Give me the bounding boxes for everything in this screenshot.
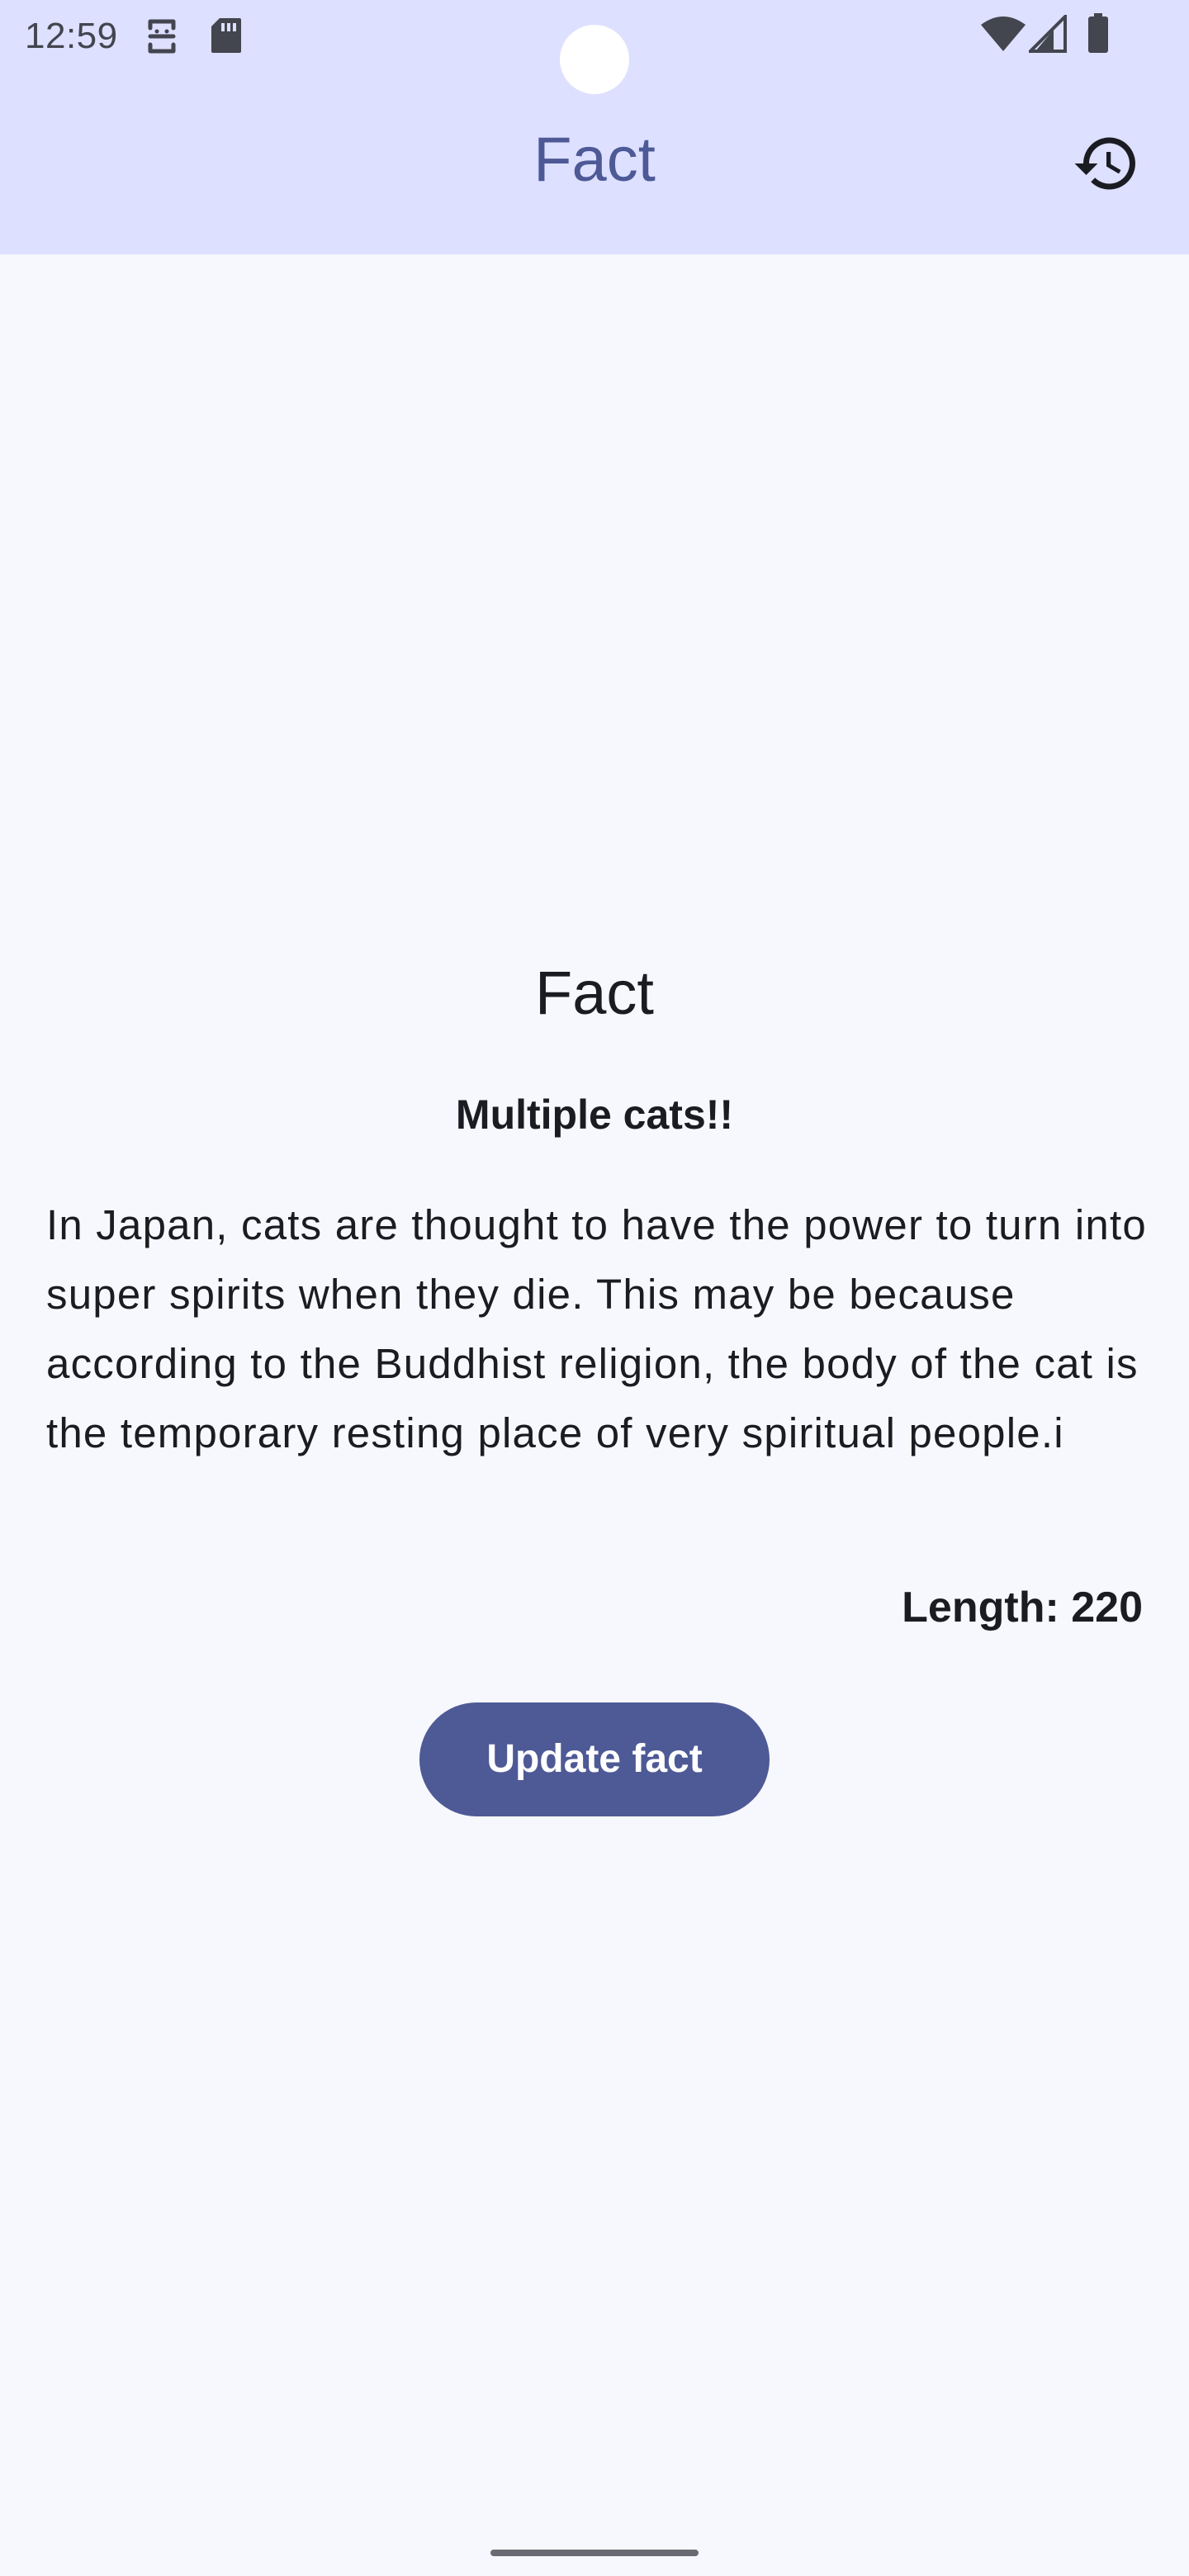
fact-text: In Japan, cats are thought to have the p…	[46, 1201, 1147, 1456]
signal-icon	[1029, 15, 1067, 53]
status-time: 12:59	[25, 16, 118, 56]
top-app-bar: 12:59 Fact	[0, 0, 1189, 254]
sync-icon	[148, 19, 176, 54]
fact-length: Length: 220	[902, 1584, 1143, 1631]
fact-heading: Fact	[535, 959, 654, 1027]
camera-cutout	[560, 25, 629, 94]
wifi-icon	[981, 17, 1026, 51]
history-icon	[1074, 137, 1135, 190]
sd-card-icon	[211, 18, 241, 53]
gesture-nav-handle[interactable]	[490, 2550, 699, 2556]
update-fact-button[interactable]: Update fact	[419, 1702, 770, 1816]
app-bar-title: Fact	[533, 125, 656, 195]
history-button[interactable]	[1072, 129, 1141, 198]
fact-subtitle: Multiple cats!!	[455, 1091, 734, 1138]
battery-icon	[1088, 13, 1108, 53]
